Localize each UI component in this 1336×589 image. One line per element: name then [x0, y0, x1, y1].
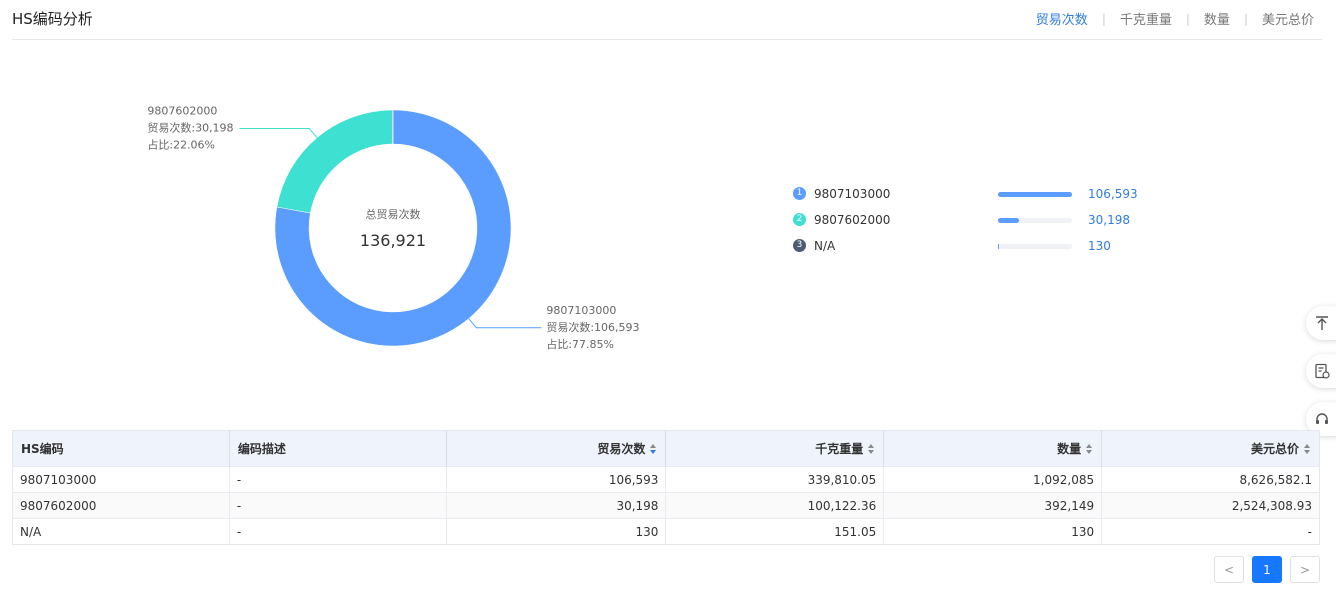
cell-hs-code: N/A — [12, 518, 230, 545]
legend-label: 9807103000 — [814, 187, 891, 201]
column-header-hs-code: HS编码 — [12, 430, 230, 467]
sort-icon[interactable] — [1086, 444, 1093, 455]
legend-progress-fill — [998, 218, 1019, 223]
table-header-row: HS编码 编码描述 贸易次数 千克重量 数量 美元总价 — [12, 430, 1320, 467]
center-value: 136,921 — [360, 231, 426, 250]
cell-description: - — [229, 466, 447, 493]
legend-progress-track — [998, 192, 1072, 197]
page-button-current[interactable]: 1 — [1252, 556, 1282, 583]
legend-value: 130 — [1088, 239, 1111, 253]
side-toolbar — [1306, 306, 1336, 450]
cell-quantity: 130 — [883, 518, 1103, 545]
legend-progress-fill — [998, 244, 1000, 249]
callout-label: 贸易次数:106,593 — [546, 320, 639, 334]
donut-chart: 总贸易次数 136,921 9807103000 贸易次数:106,593 占比:77.… — [147, 104, 639, 351]
back-to-top-icon — [1316, 316, 1328, 330]
callout-line — [239, 127, 318, 138]
legend-label: N/A — [814, 239, 836, 253]
sort-icon[interactable] — [650, 444, 657, 455]
table-row: N/A - 130 151.05 130 - — [12, 518, 1320, 545]
tab-divider: | — [1243, 11, 1248, 26]
pie-slice-n-a[interactable] — [392, 109, 394, 145]
cell-total-usd: 2,524,308.93 — [1101, 492, 1320, 519]
cell-weight-kg: 100,122.36 — [665, 492, 885, 519]
callout-label: 贸易次数:30,198 — [147, 120, 233, 134]
cell-total-usd: 8,626,582.1 — [1101, 466, 1320, 493]
callout-line — [468, 318, 542, 329]
tab-divider: | — [1185, 11, 1190, 26]
prev-page-button[interactable]: < — [1214, 556, 1244, 583]
rank-badge: 3 — [793, 239, 806, 252]
legend-item[interactable]: 3 N/A 130 — [793, 237, 1153, 263]
legend-value: 106,593 — [1088, 187, 1138, 201]
document-clock-icon — [1315, 363, 1330, 379]
cell-weight-kg: 339,810.05 — [665, 466, 885, 493]
callout-label: 占比:22.06% — [147, 137, 215, 151]
sort-icon[interactable] — [1304, 444, 1311, 455]
legend-progress-track — [998, 244, 1072, 249]
tab-quantity[interactable]: 数量 — [1204, 9, 1230, 28]
rank-badge: 1 — [793, 187, 806, 200]
cell-hs-code: 9807103000 — [12, 466, 230, 493]
cell-trade-count: 106,593 — [446, 466, 667, 493]
cell-description: - — [229, 518, 447, 545]
cell-trade-count: 130 — [446, 518, 667, 545]
column-header-trade-count[interactable]: 贸易次数 — [446, 430, 667, 467]
center-label: 总贸易次数 — [366, 207, 421, 221]
cell-trade-count: 30,198 — [446, 492, 667, 519]
table-row: 9807602000 - 30,198 100,122.36 392,149 2… — [12, 492, 1320, 519]
pie-slice-9807602000[interactable] — [276, 109, 393, 214]
table-row: 9807103000 - 106,593 339,810.05 1,092,08… — [12, 466, 1320, 493]
legend-value: 30,198 — [1088, 213, 1130, 227]
column-header-quantity[interactable]: 数量 — [883, 430, 1103, 467]
cell-quantity: 392,149 — [883, 492, 1103, 519]
back-to-top-button[interactable] — [1306, 306, 1336, 340]
callout-label: 占比:77.85% — [546, 337, 614, 351]
cell-description: - — [229, 492, 447, 519]
report-button[interactable] — [1306, 354, 1336, 388]
cell-total-usd: - — [1101, 518, 1320, 545]
pagination: < 1 > — [1206, 556, 1320, 583]
metric-tabs: 贸易次数 | 千克重量 | 数量 | 美元总价 — [1036, 9, 1314, 29]
tab-trade-count[interactable]: 贸易次数 — [1036, 9, 1088, 28]
tab-total-usd[interactable]: 美元总价 — [1262, 9, 1314, 28]
legend-item[interactable]: 2 9807602000 30,198 — [793, 211, 1153, 237]
cell-hs-code: 9807602000 — [12, 492, 230, 519]
callout-label: 9807602000 — [147, 104, 217, 117]
page-title: HS编码分析 — [12, 10, 93, 28]
legend-progress-fill — [998, 192, 1072, 197]
hs-code-table: HS编码 编码描述 贸易次数 千克重量 数量 美元总价 9807103000 -… — [12, 430, 1320, 545]
headset-icon — [1316, 413, 1328, 424]
chart-legend: 1 9807103000 106,593 2 9807602000 30,198… — [793, 185, 1153, 263]
column-header-total-usd[interactable]: 美元总价 — [1101, 430, 1320, 467]
legend-progress-track — [998, 218, 1072, 223]
legend-label: 9807602000 — [814, 213, 891, 227]
next-page-button[interactable]: > — [1290, 556, 1320, 583]
rank-badge: 2 — [793, 213, 806, 226]
sort-icon[interactable] — [868, 444, 875, 455]
section-header: HS编码分析 贸易次数 | 千克重量 | 数量 | 美元总价 — [12, 0, 1322, 40]
column-header-description: 编码描述 — [229, 430, 447, 467]
tab-weight-kg[interactable]: 千克重量 — [1120, 9, 1172, 28]
tab-divider: | — [1101, 11, 1106, 26]
legend-item[interactable]: 1 9807103000 106,593 — [793, 185, 1153, 211]
cell-quantity: 1,092,085 — [883, 466, 1103, 493]
cell-weight-kg: 151.05 — [665, 518, 885, 545]
column-header-weight-kg[interactable]: 千克重量 — [665, 430, 885, 467]
callout-label: 9807103000 — [546, 304, 616, 317]
